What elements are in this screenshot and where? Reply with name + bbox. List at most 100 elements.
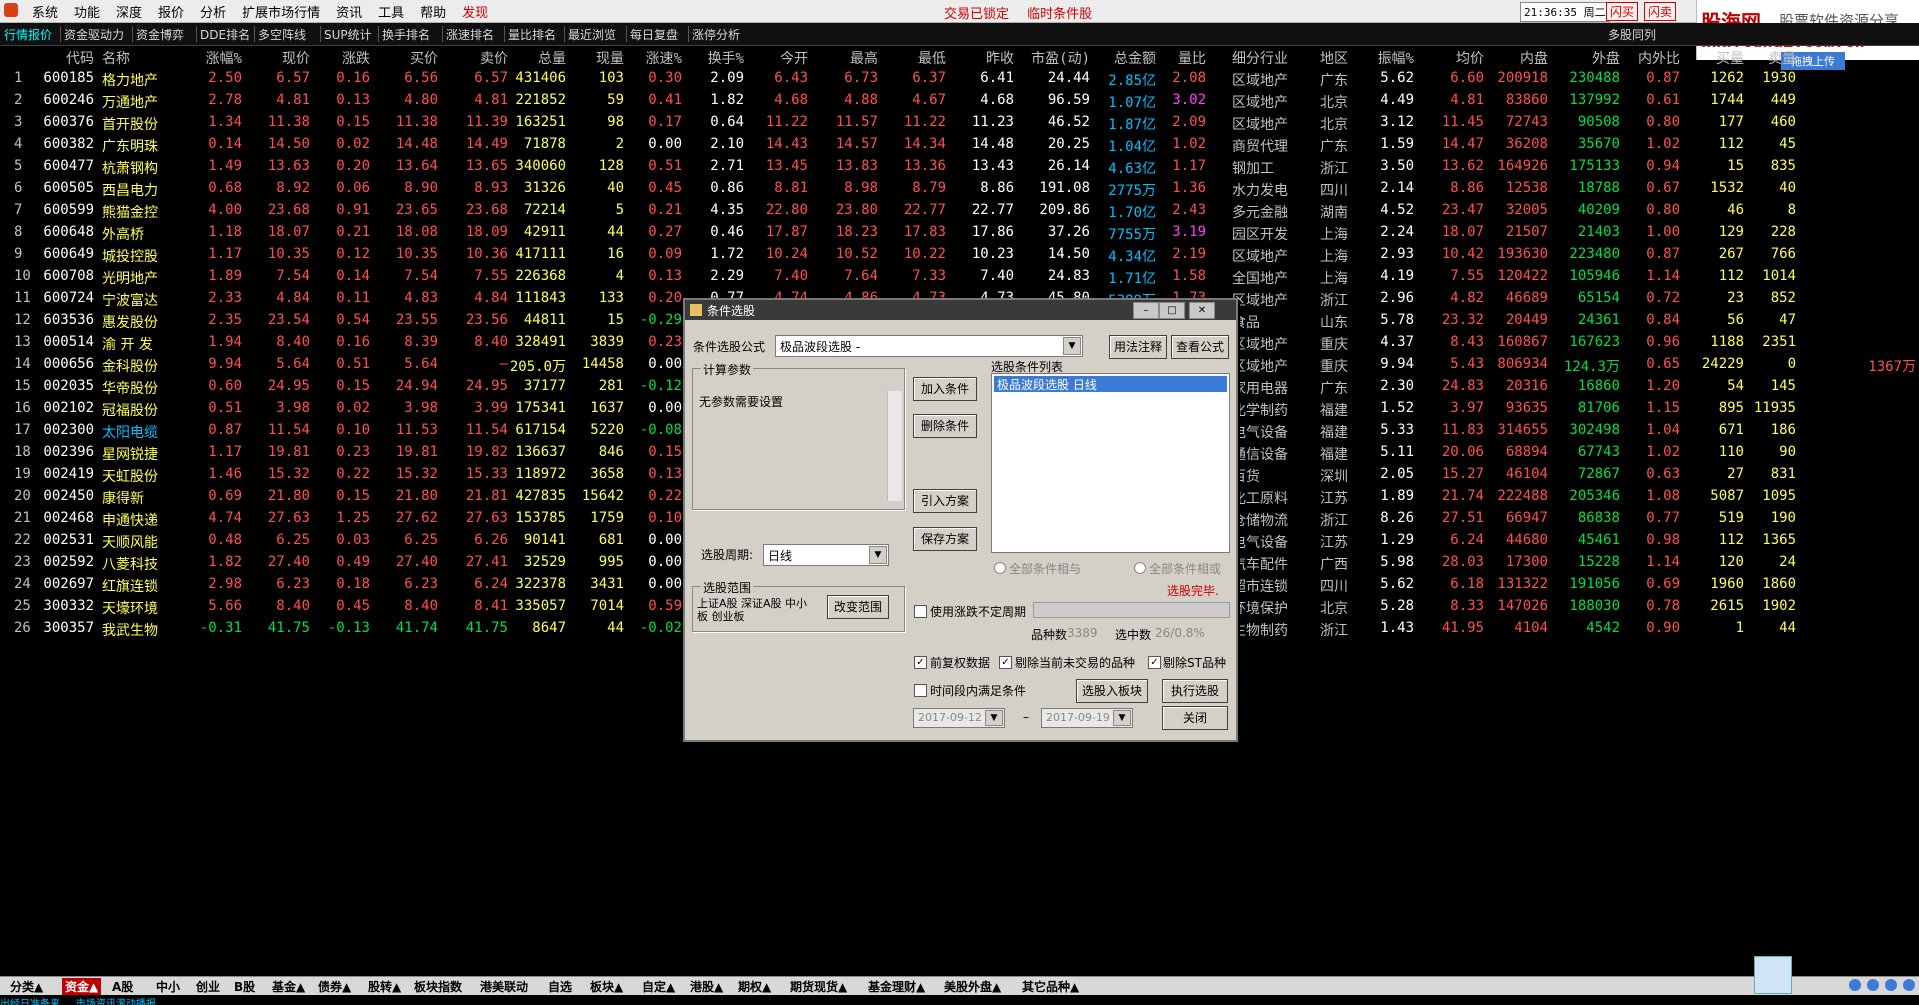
formula-select[interactable]: 极品波段选股 - ▼ <box>775 335 1083 357</box>
tab-9[interactable]: 最近浏览 <box>568 26 616 43</box>
tab-4[interactable]: 多空阵线 <box>258 26 306 43</box>
column-header[interactable]: 细分行业 <box>1232 48 1288 68</box>
column-header[interactable]: 量比 <box>1178 48 1206 68</box>
tool-icon[interactable] <box>1903 979 1915 991</box>
minimize-button[interactable]: – <box>1133 302 1159 319</box>
category-tab-18[interactable]: 美股外盘▲ <box>944 978 1001 995</box>
column-header[interactable]: 涨幅% <box>206 48 242 68</box>
table-row[interactable]: 1 600185 格力地产 2.50 6.57 0.16 6.56 6.57 431406 103… <box>0 68 1919 90</box>
avatar[interactable] <box>1754 956 1792 994</box>
adjust-checkbox[interactable]: ✓ <box>914 656 927 669</box>
settings-icon[interactable] <box>1885 979 1897 991</box>
tab-1[interactable]: 资金驱动力 <box>64 26 124 43</box>
column-header[interactable]: 总量 <box>538 48 566 68</box>
tab-5[interactable]: SUP统计 <box>324 26 372 43</box>
column-header[interactable]: 均价 <box>1456 48 1484 68</box>
menu-item-7[interactable]: 工具 <box>370 2 412 21</box>
volatile-input[interactable] <box>1033 602 1230 618</box>
category-tab-11[interactable]: 自选 <box>548 978 572 995</box>
column-header[interactable]: 内外比 <box>1638 48 1680 68</box>
category-tab-13[interactable]: 自定▲ <box>642 978 675 995</box>
column-header[interactable]: 卖价 <box>480 48 508 68</box>
category-tab-12[interactable]: 板块▲ <box>590 978 623 995</box>
table-row[interactable]: 4 600382 广东明珠 0.14 14.50 0.02 14.48 14.49 71878 2… <box>0 134 1919 156</box>
category-tab-7[interactable]: 债券▲ <box>318 978 351 995</box>
column-header[interactable]: 内盘 <box>1520 48 1548 68</box>
view-formula-button[interactable]: 查看公式 <box>1171 335 1229 359</box>
chevron-down-icon[interactable]: ▼ <box>869 546 887 564</box>
condition-list-item[interactable]: 极品波段选股 日线 <box>994 376 1227 392</box>
import-scheme-button[interactable]: 引入方案 <box>913 489 977 513</box>
run-selection-button[interactable]: 执行选股 <box>1162 679 1228 703</box>
news-ticker[interactable]: 出经日准备来 ... 市场资讯滚动播报 ... <box>0 995 1919 1005</box>
column-header[interactable]: 地区 <box>1320 48 1348 68</box>
column-header[interactable]: 现价 <box>282 48 310 68</box>
category-tab-9[interactable]: 板块指数 <box>414 978 462 995</box>
column-header[interactable]: 买价 <box>410 48 438 68</box>
menu-item-5[interactable]: 扩展市场行情 <box>234 2 328 21</box>
category-tab-8[interactable]: 股转▲ <box>368 978 401 995</box>
period-select[interactable]: 日线 ▼ <box>763 544 889 566</box>
column-header[interactable]: 振幅% <box>1378 48 1414 68</box>
tab-10[interactable]: 每日复盘 <box>630 26 678 43</box>
radio-and[interactable] <box>994 562 1006 574</box>
column-header[interactable]: 总金额 <box>1114 48 1156 68</box>
tab-2[interactable]: 资金博弈 <box>136 26 184 43</box>
save-scheme-button[interactable]: 保存方案 <box>913 527 977 551</box>
chevron-down-icon[interactable]: ▼ <box>1113 710 1131 726</box>
category-tab-10[interactable]: 港美联动 <box>480 978 528 995</box>
exclude-st-checkbox[interactable]: ✓ <box>1148 656 1161 669</box>
menu-item-3[interactable]: 报价 <box>150 2 192 21</box>
close-button[interactable]: 关闭 <box>1162 706 1228 730</box>
flash-buy-button[interactable]: 闪买 <box>1606 2 1639 21</box>
column-header[interactable]: 代码 <box>66 48 94 68</box>
category-tab-15[interactable]: 期权▲ <box>738 978 771 995</box>
column-header[interactable]: 市盈(动) <box>1031 48 1090 68</box>
usage-notes-button[interactable]: 用法注释 <box>1109 335 1167 359</box>
category-tab-3[interactable]: 中小 <box>156 978 180 995</box>
tab-multi-stock[interactable]: 多股同列 <box>1608 26 1656 43</box>
column-header[interactable]: 卖量 <box>1768 48 1796 68</box>
tab-6[interactable]: 换手排名 <box>382 26 430 43</box>
change-range-button[interactable]: 改变范围 <box>827 595 889 619</box>
table-row[interactable]: 3 600376 首开股份 1.34 11.38 0.15 11.38 11.39 163251… <box>0 112 1919 134</box>
column-header[interactable]: 买量 <box>1716 48 1744 68</box>
table-row[interactable]: 7 600599 熊猫金控 4.00 23.68 0.91 23.65 23.68 72214 5… <box>0 200 1919 222</box>
period-condition-checkbox[interactable] <box>914 684 927 697</box>
ime-icon[interactable] <box>1849 979 1861 991</box>
table-row[interactable]: 10 600708 光明地产 1.89 7.54 0.14 7.54 7.55 226368 4 0… <box>0 266 1919 288</box>
maximize-button[interactable]: □ <box>1159 302 1185 319</box>
chevron-down-icon[interactable]: ▼ <box>1063 337 1081 355</box>
menu-item-0[interactable]: 系统 <box>24 2 66 21</box>
menu-item-1[interactable]: 功能 <box>66 2 108 21</box>
table-row[interactable]: 2 600246 万通地产 2.78 4.81 0.13 4.80 4.81 221852 59 0… <box>0 90 1919 112</box>
add-condition-button[interactable]: 加入条件 <box>913 377 977 401</box>
category-tab-1[interactable]: 资金▲ <box>62 978 102 995</box>
table-row[interactable]: 5 600477 杭萧钢构 1.49 13.63 0.20 13.64 13.65 340060… <box>0 156 1919 178</box>
temp-condition-stocks[interactable]: 临时条件股 <box>1027 7 1092 22</box>
category-tab-14[interactable]: 港股▲ <box>690 978 723 995</box>
column-header[interactable]: 外盘 <box>1592 48 1620 68</box>
menu-item-6[interactable]: 资讯 <box>328 2 370 21</box>
tab-0[interactable]: 行情报价 <box>4 26 52 43</box>
category-tab-19[interactable]: 其它品种▲ <box>1022 978 1079 995</box>
table-row[interactable]: 6 600505 西昌电力 0.68 8.92 0.06 8.90 8.93 31326 40 0.… <box>0 178 1919 200</box>
category-tab-5[interactable]: B股 <box>234 978 255 995</box>
tab-8[interactable]: 量比排名 <box>508 26 556 43</box>
table-row[interactable]: 9 600649 城投控股 1.17 10.35 0.12 10.35 10.36 417111… <box>0 244 1919 266</box>
date-to[interactable]: 2017-09-19 ▼ <box>1041 708 1133 728</box>
category-tab-0[interactable]: 分类▲ <box>10 978 43 995</box>
column-header[interactable]: 现量 <box>596 48 624 68</box>
menu-item-9[interactable]: 发现 <box>454 2 496 21</box>
trade-lock-status[interactable]: 交易已锁定 <box>944 7 1009 22</box>
column-header[interactable]: 今开 <box>780 48 808 68</box>
delete-condition-button[interactable]: 删除条件 <box>913 414 977 438</box>
date-from[interactable]: 2017-09-12 ▼ <box>913 708 1005 728</box>
moon-icon[interactable] <box>1867 979 1879 991</box>
menu-item-8[interactable]: 帮助 <box>412 2 454 21</box>
condition-list[interactable]: 极品波段选股 日线 <box>991 373 1230 553</box>
exclude-untrade-checkbox[interactable]: ✓ <box>999 656 1012 669</box>
column-header[interactable]: 昨收 <box>986 48 1014 68</box>
tab-3[interactable]: DDE排名 <box>200 26 250 43</box>
category-tab-4[interactable]: 创业 <box>196 978 220 995</box>
